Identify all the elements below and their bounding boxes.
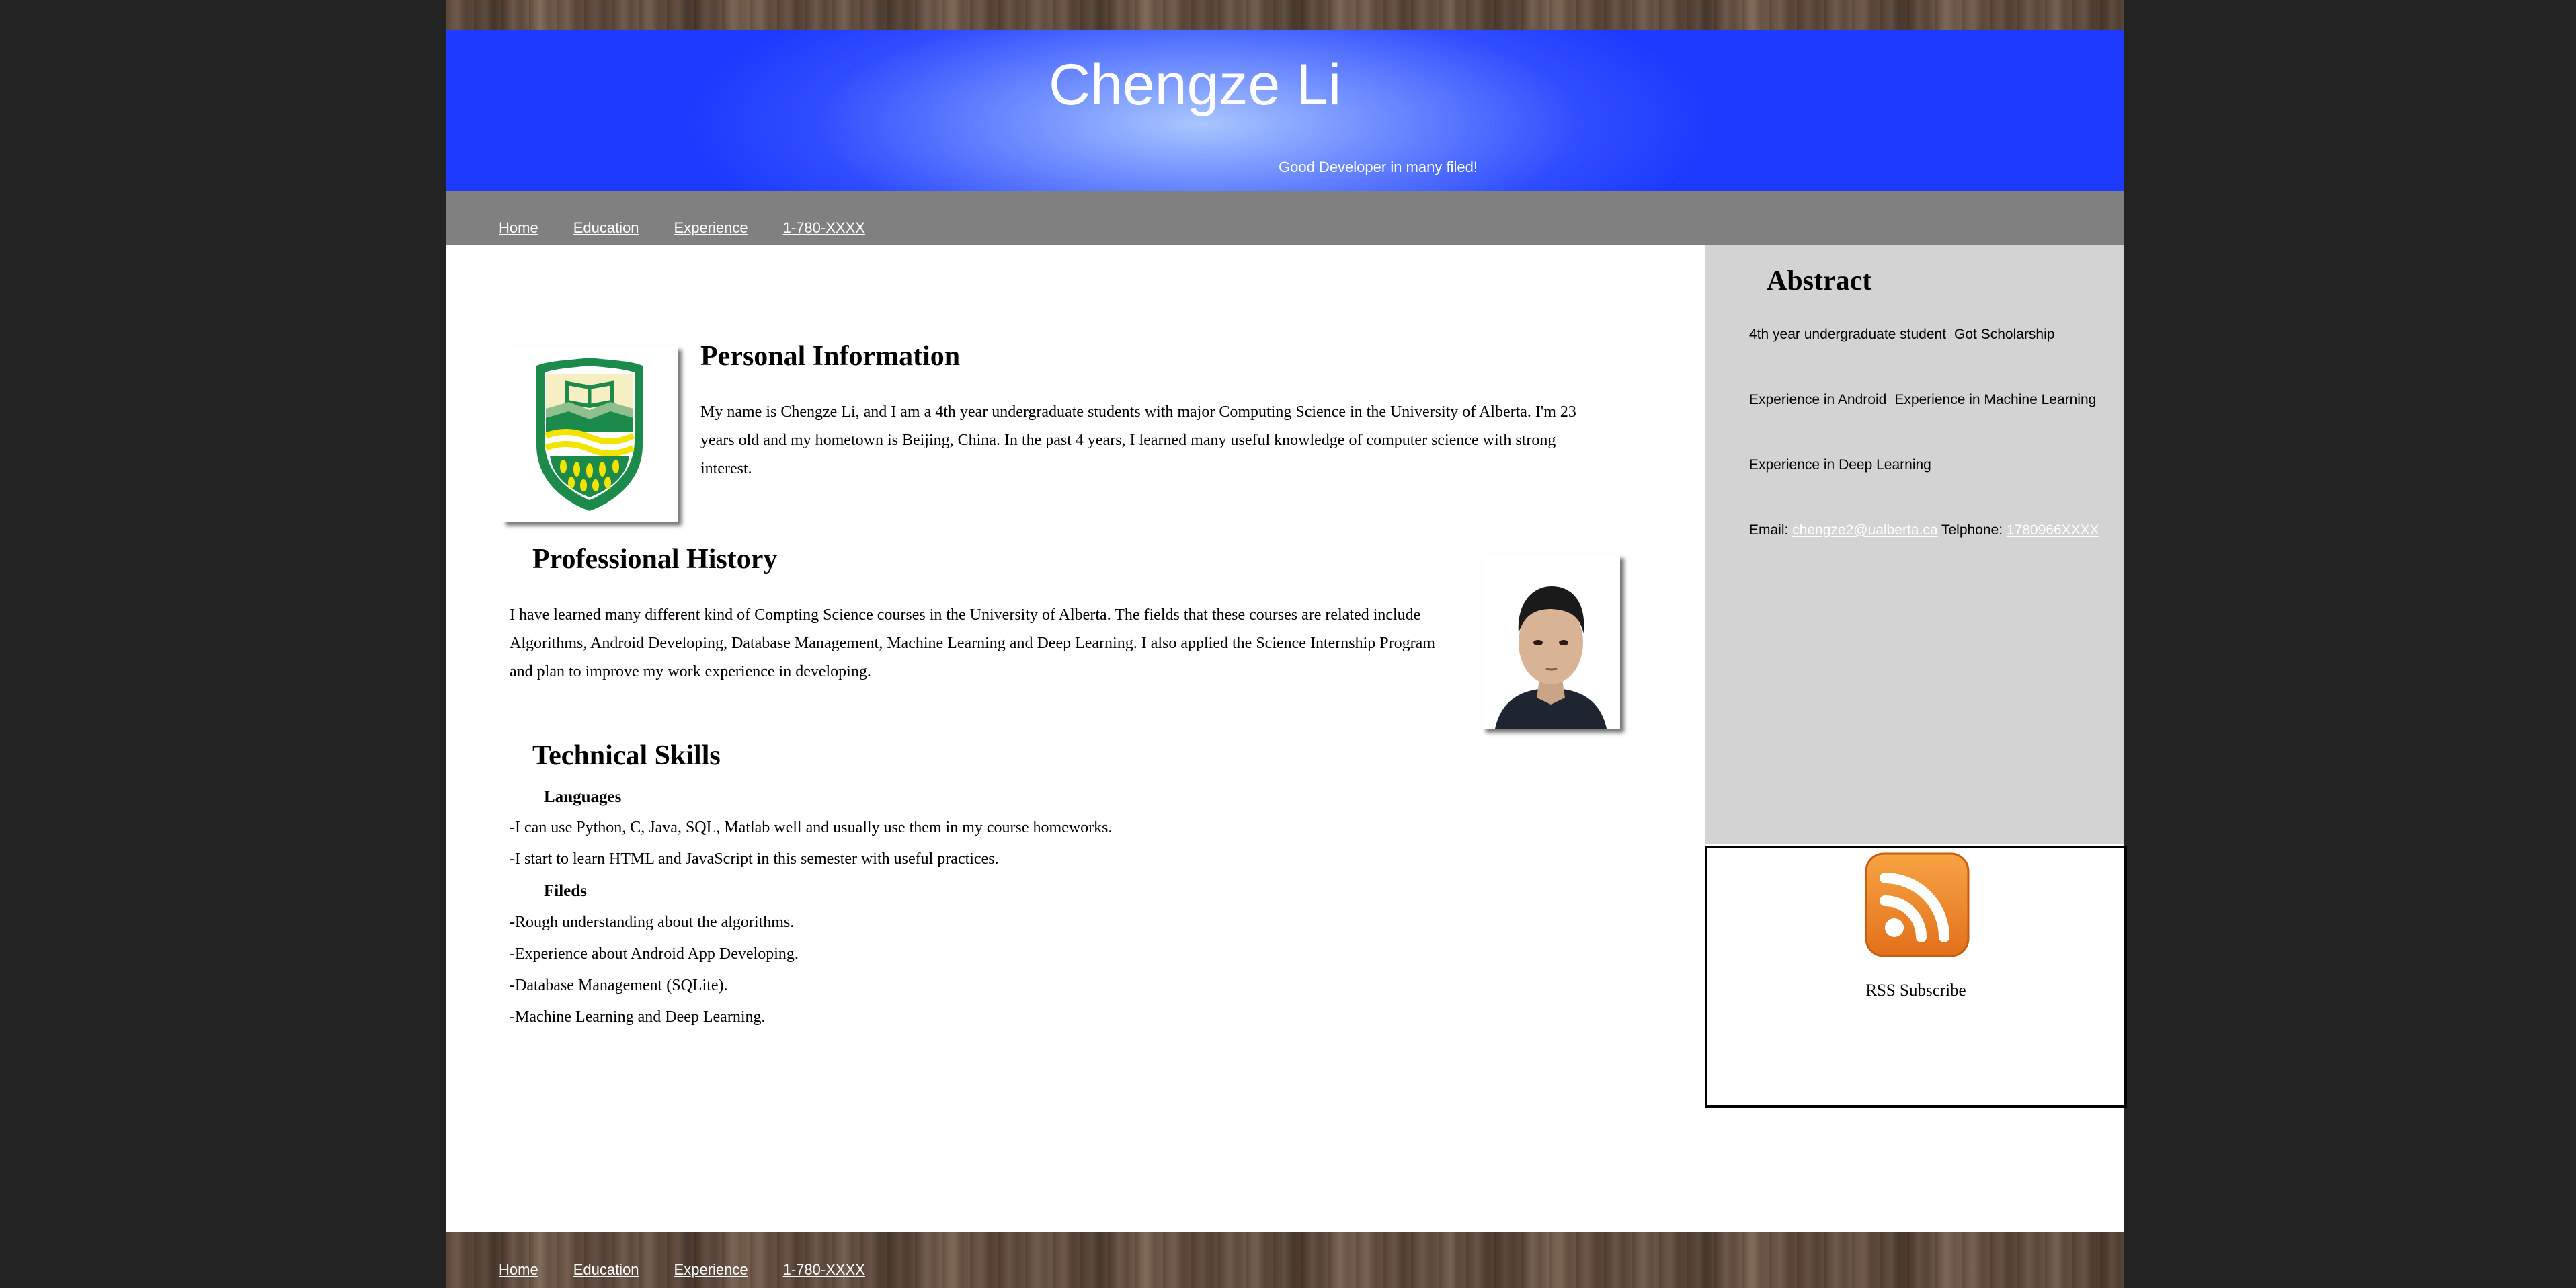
abstract-item-deep-learning: Experience in Deep Learning — [1749, 457, 1931, 473]
abstract-sidebar: Abstract 4th year undergraduate student G… — [1705, 245, 2124, 844]
logo-frame — [501, 346, 678, 522]
languages-line-2: -I start to learn HTML and JavaScript in… — [510, 850, 999, 868]
abstract-item-machine-learning: Experience in Machine Learning — [1894, 392, 2097, 407]
rss-feed-icon[interactable] — [1865, 852, 1970, 957]
header-banner: Chengze Li Good Developer in many filed! — [446, 30, 2124, 191]
university-of-alberta-crest-icon — [536, 358, 643, 511]
professional-history-text: I have learned many different kind of Co… — [510, 606, 1435, 680]
fields-line-4: -Machine Learning and Deep Learning. — [510, 1008, 766, 1026]
abstract-item-student: 4th year undergraduate student — [1749, 327, 1947, 342]
rss-subscribe-label[interactable]: RSS Subscribe — [1707, 981, 2124, 1000]
personal-information-text: My name is Chengze Li, and I am a 4th ye… — [700, 403, 1576, 477]
telephone-link[interactable]: 1780966XXXX — [2007, 522, 2099, 538]
abstract-contact-line: Email: chengze2@ualberta.ca Telphone: 17… — [1749, 522, 2099, 538]
fields-line-1: -Rough understanding about the algorithm… — [510, 914, 795, 931]
site-tagline: Good Developer in many filed! — [1279, 159, 1478, 175]
footer-link-home[interactable]: Home — [499, 1261, 538, 1279]
footer-link-experience[interactable]: Experience — [674, 1261, 748, 1279]
profile-photo-image — [1482, 554, 1620, 729]
email-label: Email: — [1749, 522, 1789, 538]
abstract-line-3: Experience in Deep Learning — [1749, 457, 1931, 473]
footer-link-education[interactable]: Education — [573, 1261, 639, 1279]
abstract-line-2: Experience in Android Experience in Machi… — [1749, 392, 2096, 408]
fields-line-2: -Experience about Android App Developing… — [510, 945, 799, 963]
personal-information-title: Personal Information — [700, 341, 961, 372]
footer-bar: Home Education Experience 1-780-XXXX — [446, 1232, 2124, 1288]
nav-link-education[interactable]: Education — [573, 219, 639, 237]
top-nav-links: Home Education Experience 1-780-XXXX — [499, 219, 900, 237]
email-link[interactable]: chengze2@ualberta.ca — [1792, 522, 1937, 538]
abstract-item-scholarship: Got Scholarship — [1954, 327, 2055, 342]
fields-subtitle: Fileds — [544, 882, 587, 900]
technical-skills-title: Technical Skills — [532, 740, 721, 771]
nav-link-phone[interactable]: 1-780-XXXX — [783, 219, 865, 237]
rss-subscribe-box: RSS Subscribe — [1705, 846, 2127, 1108]
abstract-item-android: Experience in Android — [1749, 392, 1887, 407]
abstract-line-1: 4th year undergraduate student Got Schola… — [1749, 327, 2054, 343]
page-wrapper: Chengze Li Good Developer in many filed!… — [446, 0, 2127, 1288]
footer-nav-links: Home Education Experience 1-780-XXXX — [499, 1261, 900, 1279]
wood-header-strip — [446, 0, 2124, 30]
nav-link-experience[interactable]: Experience — [674, 219, 748, 237]
site-title: Chengze Li — [1049, 52, 1342, 117]
profile-photo — [1482, 554, 1620, 729]
fields-line-3: -Database Management (SQLite). — [510, 977, 728, 994]
top-navbar: Home Education Experience 1-780-XXXX — [446, 191, 2124, 245]
professional-history-title: Professional History — [532, 544, 778, 575]
telephone-label: Telphone: — [1941, 522, 2003, 538]
languages-line-1: -I can use Python, C, Java, SQL, Matlab … — [510, 819, 1113, 836]
footer-link-phone[interactable]: 1-780-XXXX — [783, 1261, 865, 1279]
main-content: Personal Information My name is Chengze … — [446, 245, 1705, 1232]
abstract-title: Abstract — [1767, 266, 1872, 296]
nav-link-home[interactable]: Home — [499, 219, 538, 237]
languages-subtitle: Languages — [544, 788, 622, 806]
